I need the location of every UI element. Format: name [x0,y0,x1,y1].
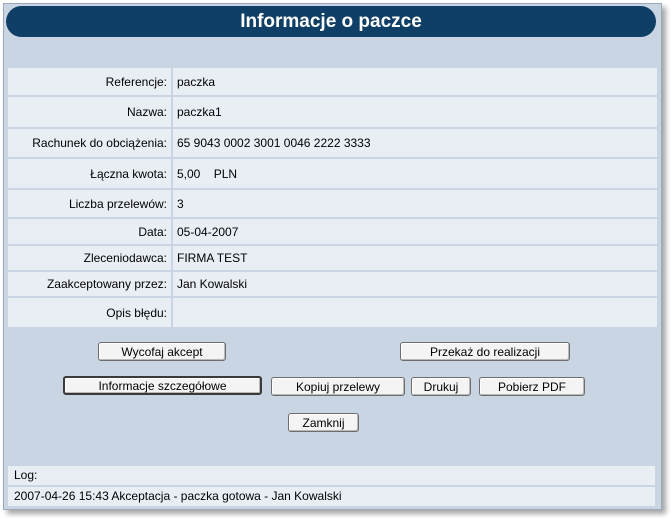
field-value-ordering-party: FIRMA TEST [172,245,657,272]
field-label-name: Nazwa: [8,96,173,129]
table-row: Liczba przelewów: 3 [8,189,657,219]
table-row: Referencje: paczka [8,68,657,97]
log-label: Log: [8,466,655,485]
table-row: Nazwa: paczka1 [8,96,657,129]
field-value-account: 65 9043 0002 3001 0046 2222 3333 [172,128,657,159]
field-value-name: paczka1 [172,96,657,129]
field-label-ordering-party: Zleceniodawca: [8,245,173,272]
field-value-transfer-count: 3 [172,189,657,219]
withdraw-acceptance-button[interactable]: Wycofaj akcept [98,342,226,361]
field-value-error-description [172,297,657,327]
field-value-accepted-by: Jan Kowalski [172,271,657,298]
field-value-date: 05-04-2007 [172,218,657,246]
details-button[interactable]: Informacje szczegółowe [63,376,262,395]
page-title: Informacje o paczce [6,6,656,37]
close-button[interactable]: Zamknij [288,413,359,432]
table-row: Data: 05-04-2007 [8,218,657,246]
table-row: Rachunek do obciążenia: 65 9043 0002 300… [8,128,657,159]
table-row: Łączna kwota: 5,00 PLN [8,158,657,190]
package-details-table: Referencje: paczka Nazwa: paczka1 Rachun… [8,68,657,327]
field-label-total-amount: Łączna kwota: [8,158,173,190]
download-pdf-button[interactable]: Pobierz PDF [479,377,585,396]
table-row: Opis błędu: [8,297,657,327]
field-label-reference: Referencje: [8,68,173,97]
table-row: Zaakceptowany przez: Jan Kowalski [8,271,657,298]
print-button[interactable]: Drukuj [411,377,471,396]
field-value-total-amount: 5,00 PLN [172,158,657,190]
submit-for-execution-button[interactable]: Przekaż do realizacji [400,342,570,361]
field-label-account: Rachunek do obciążenia: [8,128,173,159]
field-label-transfer-count: Liczba przelewów: [8,189,173,219]
field-value-reference: paczka [172,68,657,97]
field-label-error-description: Opis błędu: [8,297,173,327]
table-row: Zleceniodawca: FIRMA TEST [8,245,657,272]
copy-transfers-button[interactable]: Kopiuj przelewy [271,377,405,396]
field-label-accepted-by: Zaakceptowany przez: [8,271,173,298]
package-info-window: Informacje o paczce Referencje: paczka N… [3,3,662,510]
log-entry: 2007-04-26 15:43 Akceptacja - paczka got… [8,487,655,506]
field-label-date: Data: [8,218,173,246]
